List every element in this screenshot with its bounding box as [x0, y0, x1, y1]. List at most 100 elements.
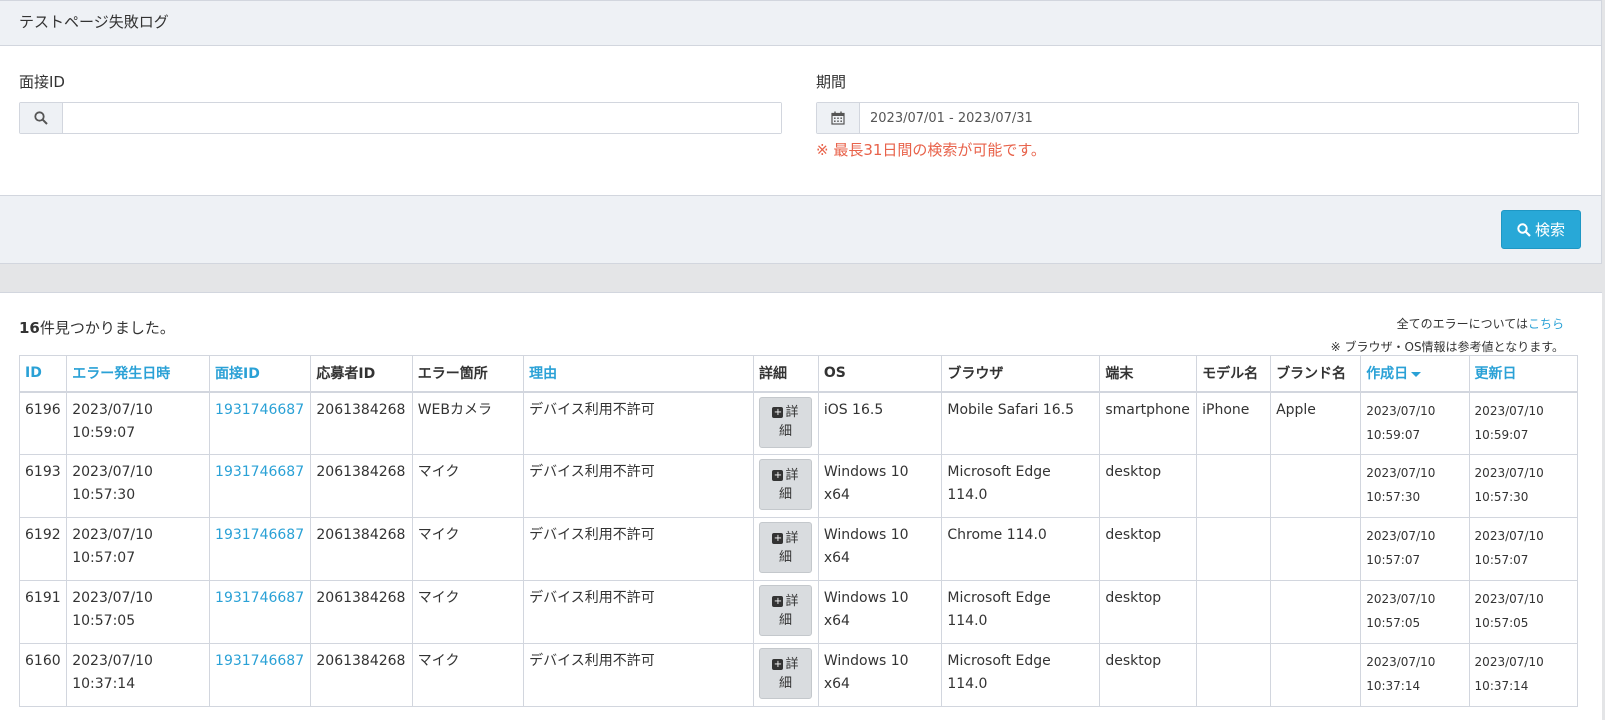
cell-brand — [1270, 643, 1362, 707]
updated-time: 10:57:07 — [1474, 553, 1529, 567]
error-date: 2023/07/10 — [72, 401, 153, 418]
table-body: 6196 2023/07/10 10:59:07 1931746687 20613… — [18, 391, 1579, 707]
error-time: 10:57:05 — [72, 613, 136, 629]
updated-time: 10:37:14 — [1474, 679, 1529, 693]
cell-reason: デバイス利用不許可 — [523, 643, 754, 707]
interview-id-link[interactable]: 1931746687 — [215, 402, 304, 418]
cell-error-time: 2023/07/10 10:57:07 — [66, 517, 211, 581]
cell-error-place: マイク — [411, 643, 525, 707]
error-time: 10:57:07 — [72, 550, 136, 566]
error-date: 2023/07/10 — [72, 653, 153, 669]
detail-button[interactable]: + 詳 細 — [759, 585, 812, 636]
interview-id-input[interactable] — [63, 103, 781, 133]
header-error-time[interactable]: エラー発生日時 — [66, 355, 211, 393]
cell-os: iOS 16.5 — [817, 391, 943, 455]
cell-browser: Microsoft Edge 114.0 — [941, 643, 1101, 707]
search-button[interactable]: 検索 — [1501, 210, 1581, 249]
period-input[interactable] — [860, 103, 1578, 133]
cell-updated: 2023/07/10 10:57:05 — [1468, 580, 1579, 644]
header-id[interactable]: ID — [18, 355, 68, 393]
search-icon — [20, 103, 63, 133]
header-device: 端末 — [1099, 355, 1198, 393]
panel-title: テストページ失敗ログ — [0, 1, 1601, 46]
cell-interview-id: 1931746687 — [209, 517, 312, 581]
interview-id-group: 面接ID — [19, 71, 782, 134]
interview-id-link[interactable]: 1931746687 — [215, 653, 304, 669]
plus-square-icon: + — [772, 407, 784, 418]
result-count: 16件見つかりました。 — [19, 317, 175, 338]
created-date: 2023/07/10 — [1366, 529, 1436, 543]
period-label: 期間 — [816, 73, 847, 91]
interview-id-link[interactable]: 1931746687 — [215, 527, 304, 543]
cell-os: Windows 10 x64 — [817, 517, 943, 581]
interview-id-link[interactable]: 1931746687 — [215, 464, 304, 480]
table-row: 6193 2023/07/10 10:57:30 1931746687 20613… — [18, 454, 1579, 518]
created-time: 10:37:14 — [1366, 679, 1421, 693]
cell-id: 6193 — [18, 454, 68, 518]
cell-updated: 2023/07/10 10:59:07 — [1468, 391, 1579, 455]
detail-button[interactable]: + 詳 細 — [759, 522, 812, 573]
interview-id-link[interactable]: 1931746687 — [215, 590, 304, 606]
table-row: 6192 2023/07/10 10:57:07 1931746687 20613… — [18, 517, 1579, 581]
cell-interview-id: 1931746687 — [209, 643, 312, 707]
updated-date: 2023/07/10 — [1474, 403, 1544, 418]
detail-button[interactable]: + 詳 細 — [759, 459, 812, 510]
detail-label-1: 詳 — [785, 405, 799, 420]
all-errors-link[interactable]: こちら — [1528, 317, 1564, 331]
cell-os: Windows 10 x64 — [817, 580, 943, 644]
cell-device: smartphone — [1099, 391, 1198, 455]
cell-error-time: 2023/07/10 10:59:07 — [66, 391, 211, 455]
created-date: 2023/07/10 — [1366, 466, 1436, 480]
cell-model — [1196, 643, 1272, 707]
plus-square-icon: + — [772, 595, 784, 607]
cell-applicant-id: 2061384268 — [310, 643, 413, 707]
cell-browser: Mobile Safari 16.5 — [941, 391, 1101, 455]
cell-applicant-id: 2061384268 — [310, 517, 413, 581]
cell-brand — [1270, 454, 1362, 518]
detail-button[interactable]: + 詳 細 — [759, 396, 812, 448]
cell-id: 6191 — [18, 580, 68, 644]
header-created[interactable]: 作成日 — [1360, 355, 1470, 393]
cell-model — [1196, 454, 1272, 518]
panel-footer: 検索 — [0, 195, 1601, 263]
header-created-label: 作成日 — [1366, 366, 1409, 383]
table-row: 6196 2023/07/10 10:59:07 1931746687 20613… — [18, 391, 1579, 455]
error-date: 2023/07/10 — [72, 527, 153, 543]
header-detail: 詳細 — [753, 355, 819, 393]
updated-date: 2023/07/10 — [1474, 529, 1544, 543]
cell-interview-id: 1931746687 — [209, 580, 312, 644]
cell-model — [1196, 517, 1272, 581]
created-date: 2023/07/10 — [1366, 403, 1436, 418]
header-model: モデル名 — [1196, 355, 1272, 393]
cell-created: 2023/07/10 10:37:14 — [1360, 643, 1470, 707]
cell-id: 6192 — [18, 517, 68, 581]
header-applicant-id: 応募者ID — [310, 355, 413, 393]
result-count-number: 16 — [19, 319, 40, 337]
search-icon — [1517, 222, 1531, 237]
error-log-table: ID エラー発生日時 面接ID 応募者ID エラー箇所 理由 詳細 OS ブラウ… — [18, 355, 1579, 707]
detail-button[interactable]: + 詳 細 — [759, 648, 812, 699]
header-brand: ブランド名 — [1270, 355, 1362, 393]
cell-applicant-id: 2061384268 — [310, 454, 413, 518]
header-updated[interactable]: 更新日 — [1468, 355, 1579, 393]
interview-id-label: 面接ID — [19, 73, 65, 91]
detail-label-1: 詳 — [785, 467, 799, 483]
sort-desc-icon — [1411, 371, 1422, 377]
cell-error-time: 2023/07/10 10:37:14 — [66, 643, 211, 707]
detail-label-2: 細 — [778, 612, 792, 628]
results-panel: 16件見つかりました。 全てのエラーについてはこちら ※ ブラウザ・OS情報は参… — [0, 292, 1602, 720]
search-panel: テストページ失敗ログ 面接ID 期間 ※ 最長31日間の検索が可能です。 検索 — [0, 0, 1602, 264]
error-time: 10:57:30 — [72, 487, 136, 503]
cell-error-time: 2023/07/10 10:57:30 — [66, 454, 211, 518]
header-reason[interactable]: 理由 — [523, 355, 754, 393]
cell-browser: Microsoft Edge 114.0 — [941, 580, 1101, 644]
cell-id: 6196 — [18, 391, 68, 455]
error-date: 2023/07/10 — [72, 464, 153, 480]
detail-label-1: 詳 — [785, 656, 799, 672]
cell-detail: + 詳 細 — [753, 391, 819, 455]
period-group: 期間 ※ 最長31日間の検索が可能です。 — [816, 71, 1579, 160]
cell-applicant-id: 2061384268 — [310, 391, 413, 455]
header-interview-id[interactable]: 面接ID — [209, 355, 312, 393]
cell-interview-id: 1931746687 — [209, 391, 312, 455]
plus-square-icon: + — [772, 469, 784, 481]
